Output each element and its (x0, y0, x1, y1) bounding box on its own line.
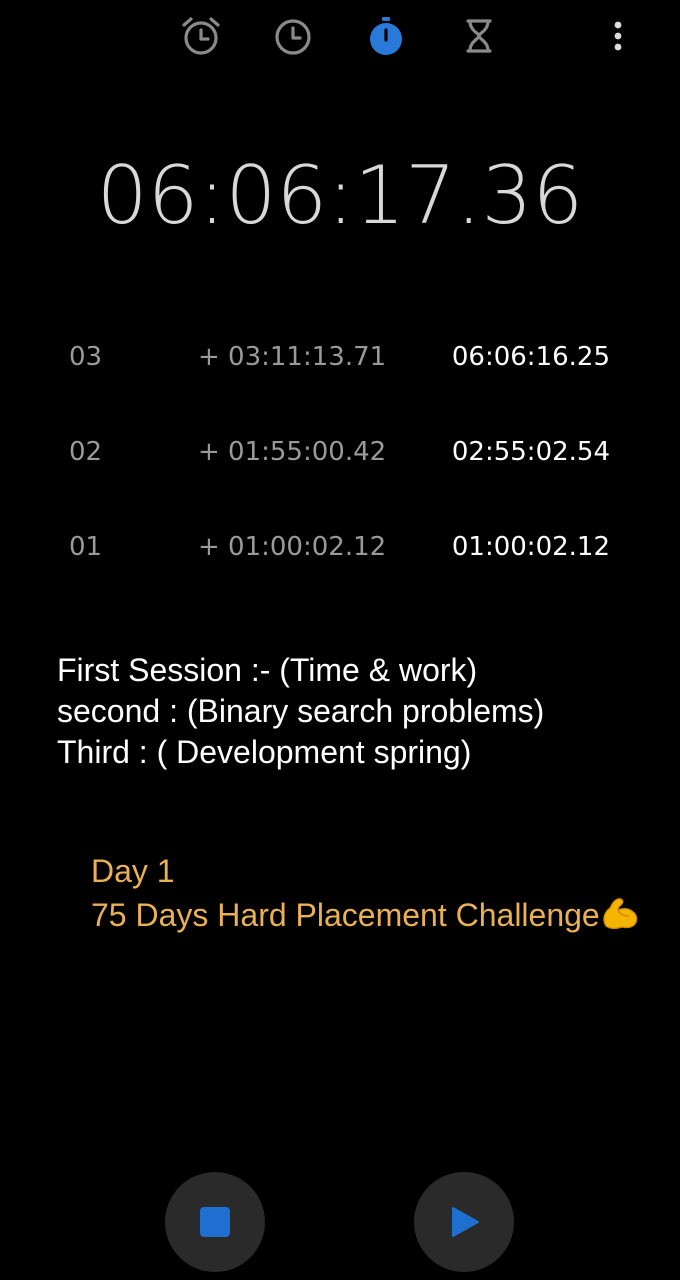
tab-bar (0, 0, 680, 76)
stopwatch-icon[interactable] (364, 14, 408, 58)
lap-number: 02 (69, 437, 103, 467)
session-notes: First Session :- (Time & work) second : … (57, 650, 657, 773)
lap-diff: + 01:55:00.42 (198, 437, 387, 467)
challenge-day: Day 1 (91, 853, 175, 889)
stop-icon (200, 1207, 230, 1237)
clock-icon[interactable] (271, 14, 315, 58)
lap-total: 02:55:02.54 (451, 437, 610, 467)
more-vertical-icon[interactable] (602, 18, 634, 54)
challenge-title: 75 Days Hard Placement Challenge (91, 897, 600, 933)
flexed-biceps-emoji (600, 896, 640, 941)
challenge-caption: Day 1 75 Days Hard Placement Challenge (91, 849, 676, 941)
lap-row: 03 + 03:11:13.71 06:06:16.25 (0, 328, 680, 423)
lap-row: 02 + 01:55:00.42 02:55:02.54 (0, 423, 680, 518)
note-line: Third : ( Development spring) (57, 734, 472, 770)
stop-button[interactable] (165, 1172, 265, 1272)
play-icon (452, 1207, 479, 1237)
lap-total: 01:00:02.12 (451, 532, 610, 562)
lap-total: 06:06:16.25 (451, 342, 610, 372)
note-line: second : (Binary search problems) (57, 693, 545, 729)
play-button[interactable] (414, 1172, 514, 1272)
lap-diff: + 03:11:13.71 (198, 342, 387, 372)
note-line: First Session :- (Time & work) (57, 652, 478, 688)
hourglass-icon[interactable] (457, 14, 501, 58)
alarm-clock-icon[interactable] (179, 14, 223, 58)
challenge-title-line: 75 Days Hard Placement Challenge (91, 893, 676, 941)
lap-list: 03 + 03:11:13.71 06:06:16.25 02 + 01:55:… (0, 328, 680, 613)
lap-row: 01 + 01:00:02.12 01:00:02.12 (0, 518, 680, 613)
lap-number: 01 (69, 532, 103, 562)
stopwatch-time: 06:06:17.36 (96, 149, 584, 242)
lap-diff: + 01:00:02.12 (198, 532, 387, 562)
lap-number: 03 (69, 342, 103, 372)
